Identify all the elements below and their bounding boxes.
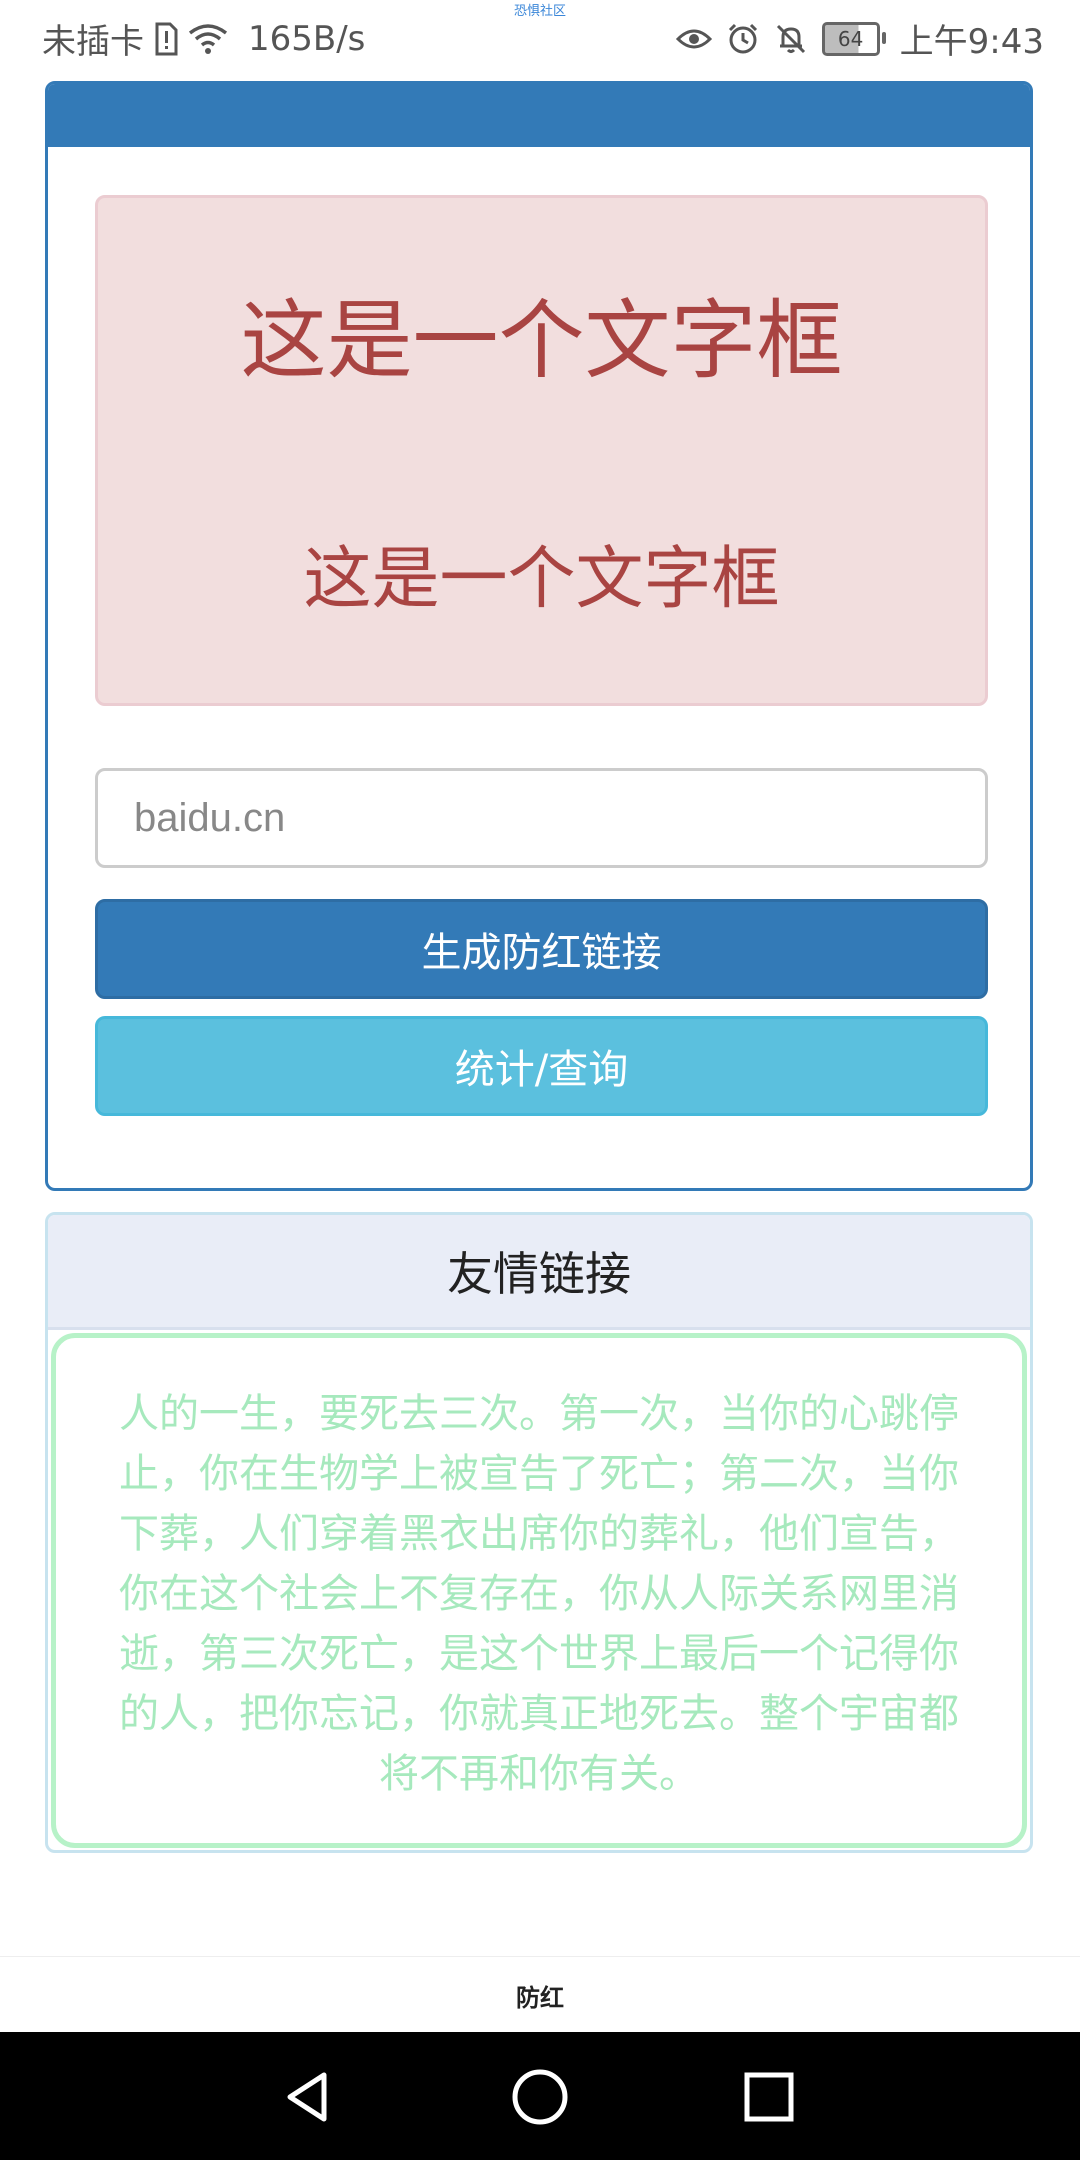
battery-level: 64 <box>837 26 864 51</box>
status-right: 64 上午9:43 <box>675 14 1044 63</box>
carrier-label: 未插卡 <box>42 22 144 62</box>
wifi-icon <box>188 23 228 55</box>
home-circle-icon[interactable] <box>505 2062 575 2132</box>
alert-subtitle: 这是一个文字框 <box>303 540 780 619</box>
alert-title: 这是一个文字框 <box>240 291 843 391</box>
recent-square-icon[interactable] <box>734 2062 804 2132</box>
main-card: 这是一个文字框 这是一个文字框 生成防红链接 统计/查询 <box>45 81 1033 1191</box>
links-body-text: 人的一生，要死去三次。第一次，当你的心跳停止，你在生物学上被宣告了死亡；第二次，… <box>119 1391 959 1797</box>
alarm-icon <box>726 22 760 56</box>
eye-icon <box>675 25 712 53</box>
bell-off-icon <box>774 22 808 56</box>
links-card: 友情链接 人的一生，要死去三次。第一次，当你的心跳停止，你在生物学上被宣告了死亡… <box>45 1212 1033 1853</box>
links-header: 友情链接 <box>48 1215 1030 1330</box>
clock: 上午9:43 <box>899 22 1044 62</box>
links-title: 友情链接 <box>447 1247 631 1301</box>
generate-link-button[interactable]: 生成防红链接 <box>95 899 988 999</box>
main-card-header <box>48 84 1030 147</box>
url-input[interactable] <box>95 768 988 868</box>
back-triangle-icon[interactable] <box>273 2062 343 2132</box>
system-nav-bar <box>0 2032 1080 2160</box>
sim-alert-icon <box>154 22 178 56</box>
stats-query-button[interactable]: 统计/查询 <box>95 1016 988 1116</box>
network-speed: 165B/s <box>248 18 366 59</box>
bottom-tab-label[interactable]: 防红 <box>516 1978 564 2013</box>
battery-icon: 64 <box>821 21 886 56</box>
alert-box: 这是一个文字框 这是一个文字框 <box>95 195 988 706</box>
bottom-tab[interactable]: 防红 <box>0 1956 1080 2033</box>
status-bar: 未插卡 165B/s 恐惧社区 64 上午9:43 <box>0 0 1080 76</box>
links-body: 人的一生，要死去三次。第一次，当你的心跳停止，你在生物学上被宣告了死亡；第二次，… <box>51 1333 1027 1848</box>
status-left: 未插卡 165B/s <box>42 14 365 63</box>
